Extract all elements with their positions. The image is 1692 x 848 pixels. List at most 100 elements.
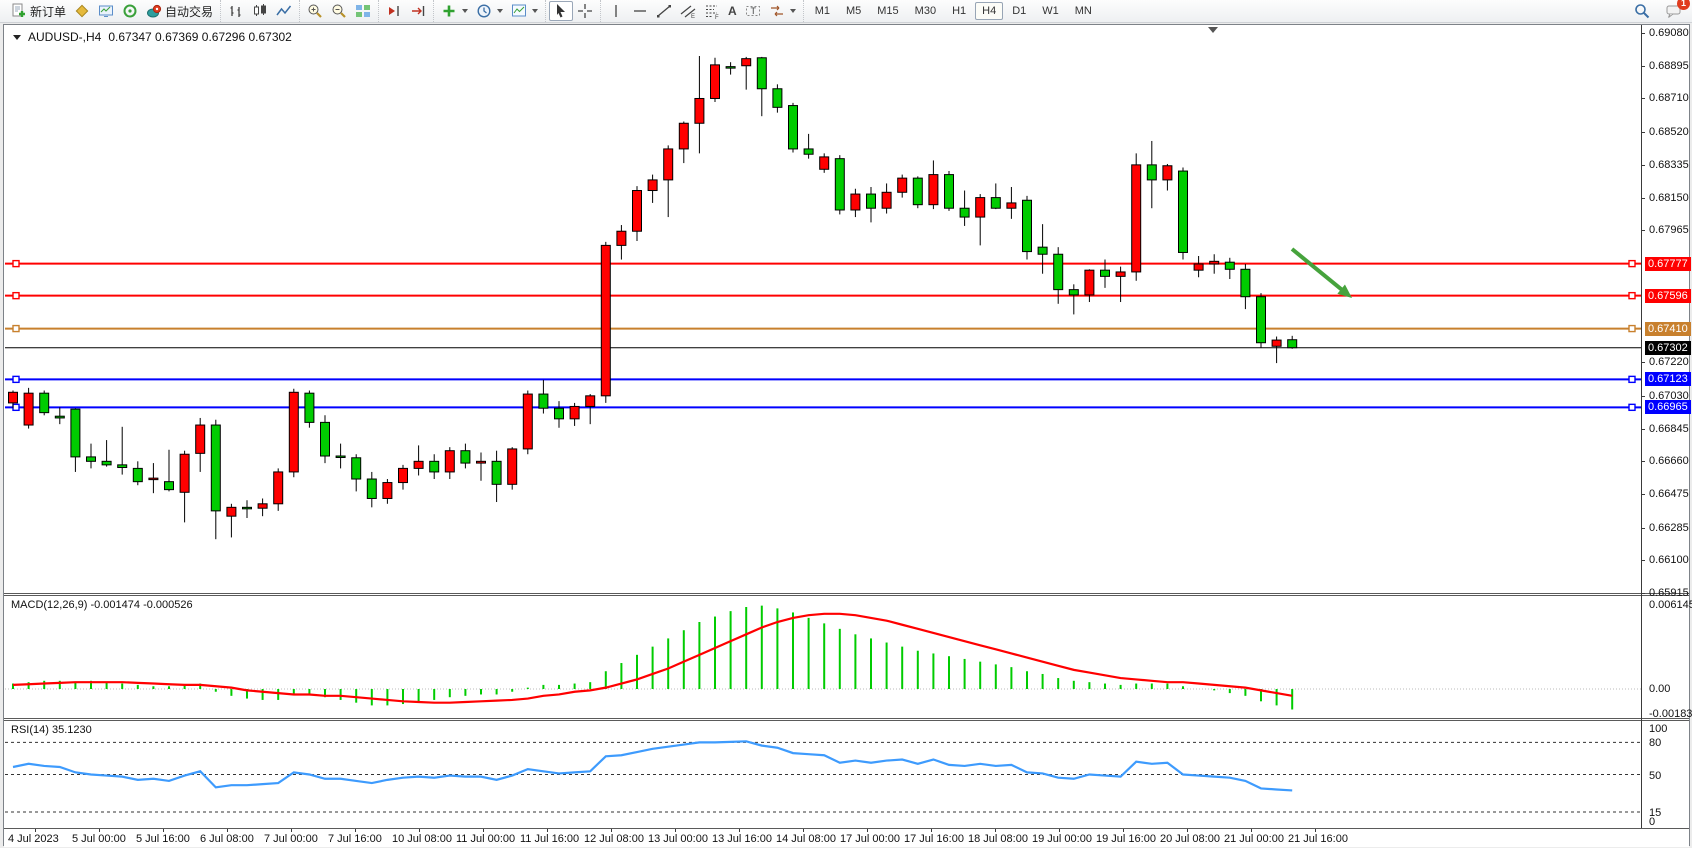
candle-body: [1257, 297, 1266, 343]
tile-windows-button[interactable]: [351, 1, 375, 21]
hline-handle[interactable]: [1629, 404, 1635, 410]
vline-tool-button[interactable]: [604, 1, 628, 21]
arrows-tool-button[interactable]: [765, 1, 800, 21]
candle-body: [617, 231, 626, 245]
candle-body: [118, 465, 127, 468]
notifications-button[interactable]: 1: [1662, 1, 1686, 21]
new-order-icon: [11, 3, 27, 19]
tf-button-mn[interactable]: MN: [1068, 2, 1099, 20]
search-button[interactable]: [1630, 1, 1654, 21]
hline-handle[interactable]: [13, 376, 19, 382]
auto-scroll-button[interactable]: [382, 1, 406, 21]
rsi-axis-label: 80: [1649, 737, 1661, 749]
macd-pane[interactable]: [5, 596, 1641, 718]
toolbar-group-trade: 新订单 自动交易: [4, 0, 220, 22]
indicators-button[interactable]: [437, 1, 472, 21]
hline-tool-button[interactable]: [628, 1, 652, 21]
candle-body: [679, 123, 688, 149]
candle-body: [945, 175, 954, 209]
tf-button-m15[interactable]: M15: [870, 2, 905, 20]
candle-body: [399, 468, 408, 482]
price-tick-label: 0.66845: [1649, 423, 1689, 435]
candle-body: [1069, 290, 1078, 295]
toolbar-right: 1: [1630, 1, 1686, 21]
clock-icon: [476, 3, 492, 19]
autotrade-button[interactable]: 自动交易: [142, 1, 217, 21]
text-label-tool-button[interactable]: T: [741, 1, 765, 21]
tf-button-d1[interactable]: D1: [1005, 2, 1033, 20]
line-chart-button[interactable]: [272, 1, 296, 21]
tf-button-h4[interactable]: H4: [975, 2, 1003, 20]
price-tick-label: 0.66100: [1649, 554, 1689, 566]
cursor-button[interactable]: [549, 1, 573, 21]
hline-handle[interactable]: [1629, 376, 1635, 382]
tf-button-m1[interactable]: M1: [808, 2, 837, 20]
hline-handle[interactable]: [13, 326, 19, 332]
new-order-button[interactable]: 新订单: [7, 1, 70, 21]
time-tick-label: 11 Jul 16:00: [520, 833, 579, 845]
vertical-line-icon: [608, 3, 624, 19]
time-axis-tick: [1187, 829, 1188, 832]
fibonacci-tool-button[interactable]: F: [700, 1, 724, 21]
time-axis-tick: [675, 829, 676, 832]
candle-chart-button[interactable]: [248, 1, 272, 21]
tf-button-m30[interactable]: M30: [908, 2, 943, 20]
time-axis-tick: [355, 829, 356, 832]
price-tick-label: 0.66285: [1649, 522, 1689, 534]
gold-tool-button[interactable]: [70, 1, 94, 21]
price-axis-tick: [1641, 362, 1645, 363]
time-tick-label: 18 Jul 08:00: [968, 833, 1028, 845]
periods-button[interactable]: [472, 1, 507, 21]
candle-body: [789, 106, 798, 149]
hline-handle[interactable]: [1629, 261, 1635, 267]
hline-handle[interactable]: [13, 404, 19, 410]
channel-tool-button[interactable]: E: [676, 1, 700, 21]
rsi-pane[interactable]: [5, 721, 1641, 828]
price-badge-0.67777: 0.67777: [1645, 257, 1691, 271]
candlestick-icon: [252, 3, 268, 19]
time-axis-tick: [227, 829, 228, 832]
toolbar-group-insert: [433, 0, 545, 22]
time-axis-tick: [995, 829, 996, 832]
trendline-tool-button[interactable]: [652, 1, 676, 21]
candle-body: [1147, 165, 1156, 180]
time-tick-label: 21 Jul 16:00: [1288, 833, 1348, 845]
candle-body: [305, 393, 314, 422]
time-tick-label: 11 Jul 00:00: [456, 833, 515, 845]
zoom-out-button[interactable]: [327, 1, 351, 21]
price-chart-pane[interactable]: [5, 26, 1641, 593]
candle-body: [695, 98, 704, 123]
candle-body: [196, 425, 205, 453]
hline-handle[interactable]: [13, 293, 19, 299]
candle-body: [523, 394, 532, 449]
candle-body: [1210, 261, 1219, 264]
time-axis-tick: [1123, 829, 1124, 832]
zoom-in-button[interactable]: [303, 1, 327, 21]
candle-body: [648, 180, 657, 191]
time-tick-label: 10 Jul 08:00: [392, 833, 452, 845]
market-watch-button[interactable]: [94, 1, 118, 21]
time-axis-tick: [931, 829, 932, 832]
candle-body: [882, 192, 891, 208]
candle-body: [1023, 200, 1032, 251]
new-order-label: 新订单: [30, 3, 66, 20]
chart-shift-button[interactable]: [406, 1, 430, 21]
templates-button[interactable]: [507, 1, 542, 21]
hline-handle[interactable]: [13, 261, 19, 267]
hline-handle[interactable]: [1629, 326, 1635, 332]
price-badge-0.67410: 0.67410: [1645, 322, 1691, 336]
time-tick-label: 17 Jul 16:00: [904, 833, 964, 845]
candle-body: [664, 149, 673, 180]
crosshair-icon: [577, 3, 593, 19]
crosshair-button[interactable]: [573, 1, 597, 21]
chart-title-bar[interactable]: AUDUSD-,H4 0.67347 0.67369 0.67296 0.673…: [13, 30, 292, 44]
text-tool-button[interactable]: A: [724, 1, 741, 21]
mql-editor-button[interactable]: [118, 1, 142, 21]
bar-chart-button[interactable]: [224, 1, 248, 21]
chart-shift-icon: [410, 3, 426, 19]
tf-button-m5[interactable]: M5: [839, 2, 868, 20]
annotation-arrow-shaft[interactable]: [1292, 249, 1344, 292]
tf-button-h1[interactable]: H1: [945, 2, 973, 20]
tf-button-w1[interactable]: W1: [1035, 2, 1066, 20]
hline-handle[interactable]: [1629, 293, 1635, 299]
